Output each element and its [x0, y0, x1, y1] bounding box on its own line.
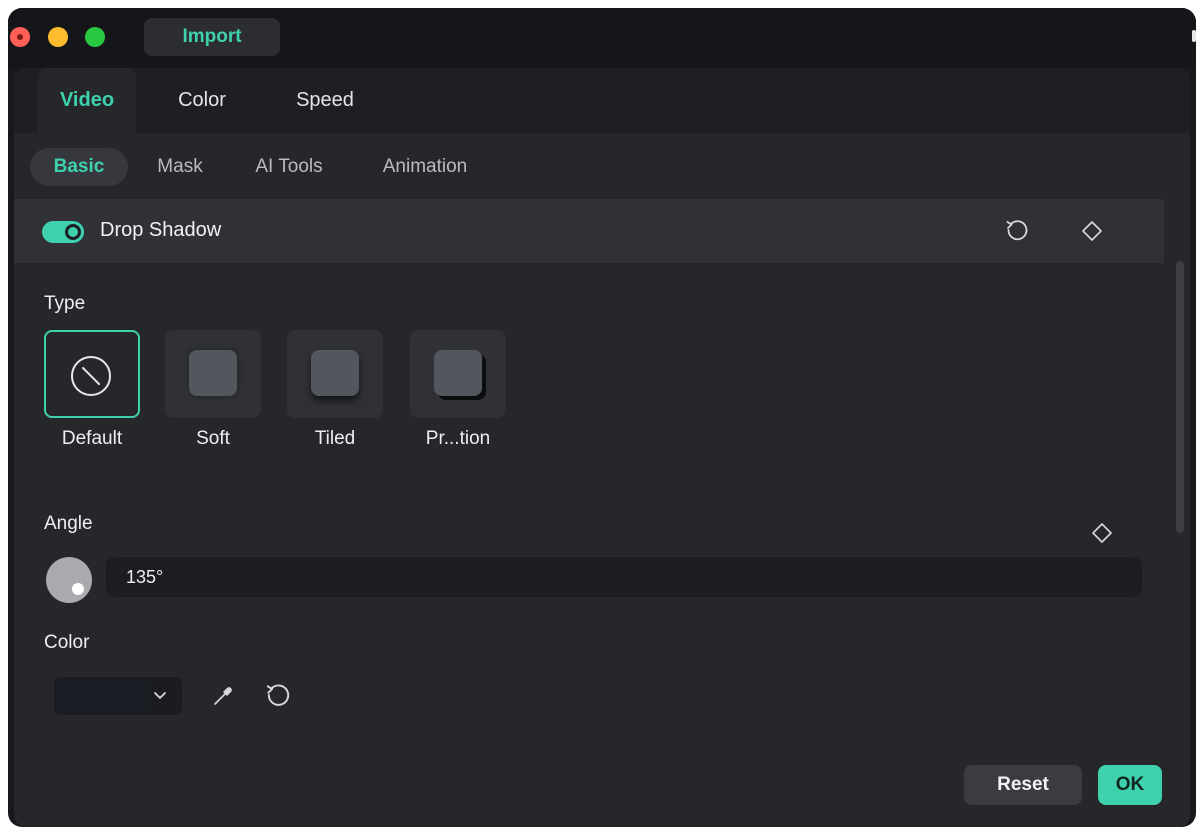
- angle-keyframe-diamond-icon[interactable]: [1090, 521, 1114, 545]
- angle-label: Angle: [44, 513, 93, 534]
- angle-dial-handle[interactable]: [72, 583, 84, 595]
- keyframe-diamond-icon[interactable]: [1080, 219, 1104, 243]
- drop-shadow-toggle[interactable]: [42, 221, 84, 243]
- type-option-label: Soft: [196, 428, 230, 449]
- main-tabs: Video Color Speed: [14, 68, 1190, 133]
- eyedropper-icon[interactable]: [210, 683, 236, 709]
- angle-dial[interactable]: [46, 557, 92, 603]
- close-window-button[interactable]: [10, 27, 30, 47]
- subtab-basic[interactable]: Basic: [30, 148, 128, 186]
- vertical-scrollbar[interactable]: [1176, 261, 1184, 533]
- toggle-knob: [65, 224, 81, 240]
- type-option-projection[interactable]: [410, 330, 506, 418]
- zoom-window-button[interactable]: [85, 27, 105, 47]
- section-title: Drop Shadow: [100, 219, 222, 241]
- tiled-shadow-swatch: [311, 350, 359, 396]
- ok-button[interactable]: OK: [1098, 765, 1162, 805]
- type-option-soft[interactable]: [165, 330, 261, 418]
- edge-mark: [1192, 30, 1196, 42]
- type-option-label: Pr...tion: [425, 428, 491, 449]
- color-picker-dropdown[interactable]: [54, 677, 182, 715]
- subtab-animation[interactable]: Animation: [370, 148, 480, 186]
- subtab-ai-tools[interactable]: AI Tools: [244, 148, 334, 186]
- chevron-down-icon: [154, 692, 166, 699]
- tab-video[interactable]: Video: [38, 68, 136, 133]
- title-bar: Import: [8, 8, 1196, 68]
- edit-window: Import Video Color Speed Basic Mask AI T…: [8, 8, 1196, 827]
- tab-speed[interactable]: Speed: [280, 68, 370, 133]
- soft-shadow-swatch: [189, 350, 237, 396]
- sub-tabs: Basic Mask AI Tools Animation: [14, 133, 1190, 199]
- minimize-window-button[interactable]: [48, 27, 68, 47]
- tab-color[interactable]: Color: [162, 68, 242, 133]
- property-panel: Video Color Speed Basic Mask AI Tools An…: [14, 68, 1190, 827]
- type-option-default[interactable]: [44, 330, 140, 418]
- drop-shadow-header: Drop Shadow: [14, 199, 1164, 263]
- reset-icon[interactable]: [1004, 218, 1030, 244]
- import-button[interactable]: Import: [144, 18, 280, 56]
- type-option-tiled[interactable]: [287, 330, 383, 418]
- reset-button[interactable]: Reset: [964, 765, 1082, 805]
- angle-input[interactable]: 135°: [106, 557, 1142, 597]
- type-option-label: Default: [61, 428, 123, 449]
- projection-shadow-swatch: [434, 350, 482, 396]
- type-option-label: Tiled: [314, 428, 356, 449]
- no-shadow-icon: [71, 356, 111, 396]
- color-label: Color: [44, 632, 90, 653]
- color-swatch: [58, 681, 146, 711]
- color-reset-icon[interactable]: [264, 682, 292, 710]
- type-label: Type: [44, 293, 86, 314]
- subtab-mask[interactable]: Mask: [150, 148, 210, 186]
